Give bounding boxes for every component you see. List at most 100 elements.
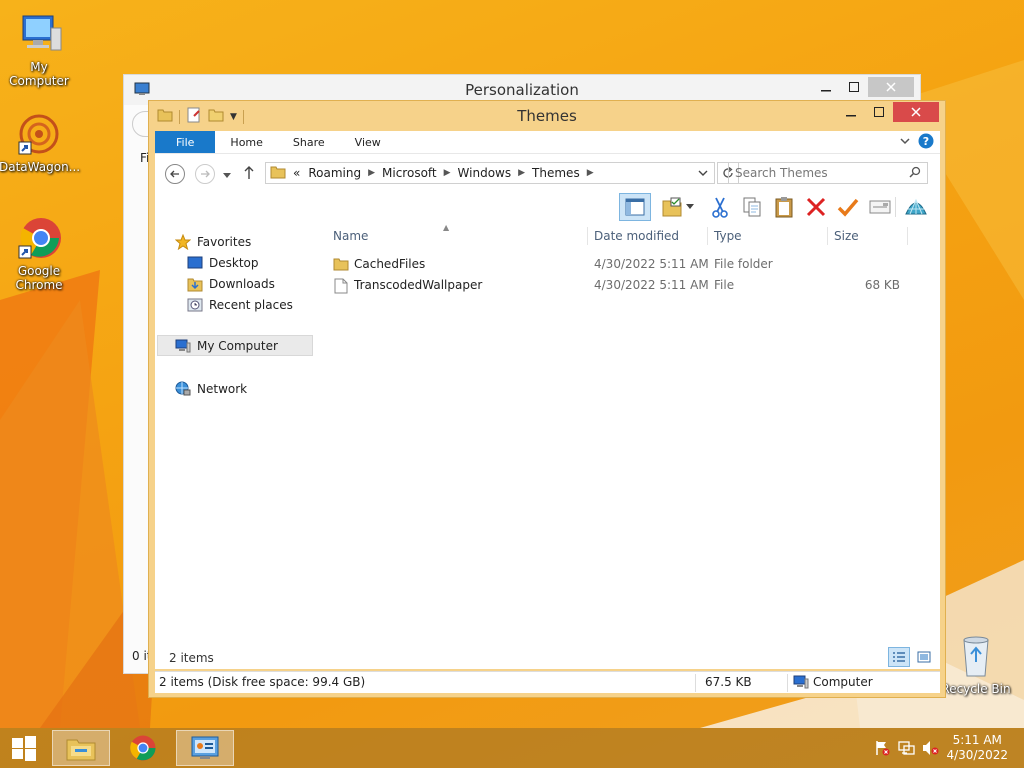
properties-icon: [869, 200, 891, 214]
nav-network[interactable]: Network: [175, 378, 247, 399]
action-center-flag-icon[interactable]: [874, 740, 890, 759]
nav-favorites[interactable]: Favorites: [175, 231, 251, 252]
breadcrumb-roaming[interactable]: Roaming: [303, 166, 366, 180]
file-icon: [334, 278, 348, 297]
status-bar: 2 items (Disk free space: 99.4 GB) 67.5 …: [155, 671, 940, 693]
file-list: ▲ Name Date modified Type Size CachedFil…: [323, 223, 940, 669]
nav-downloads[interactable]: Downloads: [187, 273, 275, 294]
tab-view[interactable]: View: [340, 131, 396, 153]
system-clock[interactable]: 5:11 AM 4/30/2022: [946, 733, 1008, 763]
nav-my-computer[interactable]: My Computer: [157, 335, 313, 356]
nav-label: Downloads: [209, 276, 275, 291]
tab-share[interactable]: Share: [278, 131, 340, 153]
explorer-window[interactable]: ▼ Themes File Home Share View ? « Roamin…: [148, 100, 946, 698]
file-explorer-icon: [66, 739, 96, 761]
column-header-date[interactable]: Date modified: [594, 229, 679, 249]
file-name: CachedFiles: [354, 257, 426, 271]
details-view-icon: [893, 652, 905, 662]
details-view-button[interactable]: [888, 647, 910, 667]
back-button[interactable]: [165, 164, 185, 184]
shell-icon: [905, 198, 927, 215]
address-dropdown[interactable]: [698, 166, 714, 180]
folder-options-button[interactable]: [659, 194, 685, 220]
computer-icon: [15, 10, 63, 58]
desktop-icon-label: Recycle Bin: [941, 682, 1011, 696]
taskbar: 5:11 AM 4/30/2022: [0, 728, 1024, 768]
taskbar-file-explorer[interactable]: [52, 730, 110, 766]
maximize-button[interactable]: [865, 102, 893, 122]
rename-button[interactable]: [835, 194, 861, 220]
forward-button[interactable]: [195, 164, 215, 184]
chevron-right-icon[interactable]: ▶: [516, 168, 527, 178]
column-header-type[interactable]: Type: [714, 229, 742, 249]
clock-time: 5:11 AM: [952, 733, 1002, 747]
breadcrumb-overflow[interactable]: «: [290, 166, 303, 180]
properties-button[interactable]: [867, 194, 893, 220]
large-icons-view-button[interactable]: [914, 647, 934, 667]
explorer-titlebar[interactable]: ▼ Themes: [149, 101, 945, 129]
layout-icon: [625, 198, 645, 216]
minimize-button[interactable]: [837, 102, 865, 122]
cut-button[interactable]: [707, 194, 733, 220]
address-field[interactable]: « Roaming ▶ Microsoft ▶ Windows ▶ Themes…: [265, 162, 715, 184]
arrow-up-icon: [244, 166, 254, 179]
tab-file[interactable]: File: [155, 131, 216, 153]
breadcrumb-themes[interactable]: Themes: [527, 166, 585, 180]
up-button[interactable]: [243, 166, 255, 183]
nav-recent-places[interactable]: Recent places: [187, 294, 293, 315]
address-bar-row: « Roaming ▶ Microsoft ▶ Windows ▶ Themes…: [155, 153, 940, 191]
file-size: 68 KB: [864, 278, 900, 292]
navigation-pane: Favorites Desktop Downloads Recent place…: [155, 223, 323, 669]
sort-indicator-icon: ▲: [443, 223, 450, 232]
nav-label: My Computer: [197, 338, 278, 353]
copy-button[interactable]: [739, 194, 765, 220]
close-button[interactable]: [868, 77, 914, 97]
help-icon[interactable]: ?: [918, 133, 934, 152]
chevron-right-icon[interactable]: ▶: [366, 168, 377, 178]
network-status-icon[interactable]: [898, 740, 916, 759]
desktop-icon-my-computer[interactable]: My Computer: [0, 10, 79, 88]
window-title: Themes: [517, 107, 577, 125]
network-globe-button[interactable]: [903, 194, 929, 220]
delete-button[interactable]: [803, 194, 829, 220]
control-panel-icon: [191, 736, 219, 759]
nav-label: Desktop: [209, 255, 259, 270]
folder-icon: [333, 257, 349, 274]
chevron-right-icon[interactable]: ▶: [585, 168, 596, 178]
scissors-icon: [712, 197, 728, 218]
table-row[interactable]: CachedFiles 4/30/2022 5:11 AM File folde…: [323, 254, 940, 275]
paste-button[interactable]: [771, 194, 797, 220]
minimize-button[interactable]: [812, 77, 840, 97]
copy-icon: [743, 197, 761, 217]
star-icon: [175, 233, 191, 250]
chevron-right-icon[interactable]: ▶: [442, 168, 453, 178]
preview-pane-button[interactable]: [619, 193, 651, 221]
chevron-down-icon[interactable]: [683, 194, 697, 220]
clipboard-icon: [775, 197, 793, 218]
command-toolbar: [155, 191, 940, 223]
search-icon[interactable]: [909, 166, 927, 181]
desktop-icon-recycle-bin[interactable]: Recycle Bin: [936, 632, 1016, 696]
volume-muted-icon[interactable]: [922, 740, 940, 759]
start-button[interactable]: [0, 730, 48, 766]
search-input[interactable]: Search Themes: [728, 162, 928, 184]
arrow-right-icon: [201, 170, 210, 178]
expand-ribbon-icon[interactable]: [900, 137, 910, 148]
folder-check-icon: [662, 197, 682, 217]
desktop-icon-google-chrome[interactable]: Google Chrome: [0, 214, 79, 292]
close-button[interactable]: [893, 102, 939, 122]
desktop-icon: [187, 256, 203, 268]
desktop-icon-datawagon[interactable]: DataWagon...: [0, 110, 80, 174]
maximize-button[interactable]: [840, 77, 868, 97]
recent-locations-dropdown[interactable]: [223, 168, 231, 182]
column-header-size[interactable]: Size: [834, 229, 859, 249]
column-header-name[interactable]: Name: [333, 229, 368, 249]
table-row[interactable]: TranscodedWallpaper 4/30/2022 5:11 AM Fi…: [323, 275, 940, 296]
taskbar-chrome[interactable]: [114, 730, 172, 766]
nav-desktop[interactable]: Desktop: [187, 252, 259, 273]
recycle-bin-icon: [952, 632, 1000, 680]
breadcrumb-microsoft[interactable]: Microsoft: [377, 166, 442, 180]
breadcrumb-windows[interactable]: Windows: [453, 166, 517, 180]
taskbar-control-panel[interactable]: [176, 730, 234, 766]
tab-home[interactable]: Home: [215, 131, 277, 153]
